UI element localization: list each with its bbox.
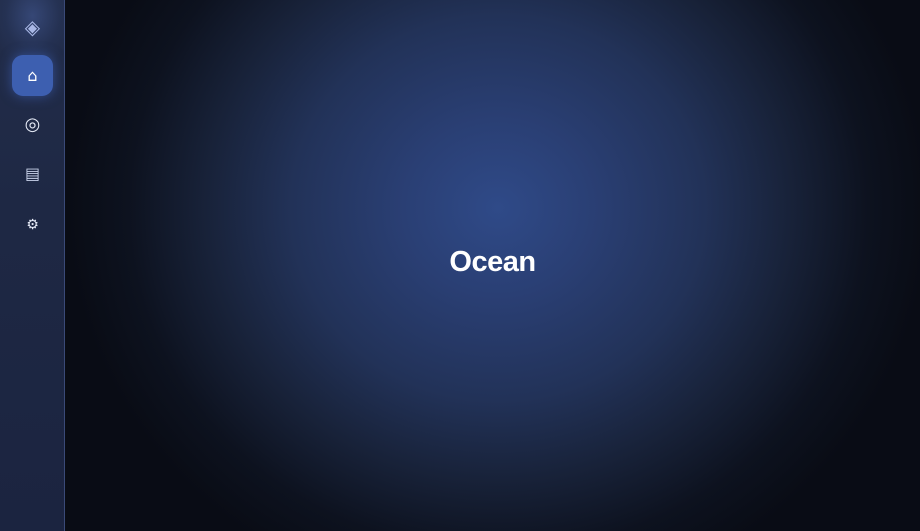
home-icon: ⌂ bbox=[27, 65, 38, 85]
sidebar-item-home[interactable]: ⌂ bbox=[12, 55, 53, 96]
gear-icon: ⚙ bbox=[26, 216, 39, 233]
sidebar: ◈ ⌂ ◎ ▤ ⚙ bbox=[0, 0, 65, 531]
page-title: Ocean bbox=[449, 246, 536, 278]
sidebar-item-list[interactable]: ▤ bbox=[12, 153, 53, 194]
app-window: ◈ ⌂ ◎ ▤ ⚙ Ocean bbox=[0, 0, 920, 531]
main-content: Ocean bbox=[65, 0, 920, 531]
sidebar-item-target[interactable]: ◎ bbox=[12, 104, 53, 145]
sidebar-item-settings[interactable]: ⚙ bbox=[12, 204, 53, 245]
list-icon: ▤ bbox=[24, 163, 41, 183]
target-icon: ◎ bbox=[24, 113, 41, 135]
diamond-logo-icon[interactable]: ◈ bbox=[0, 12, 64, 42]
